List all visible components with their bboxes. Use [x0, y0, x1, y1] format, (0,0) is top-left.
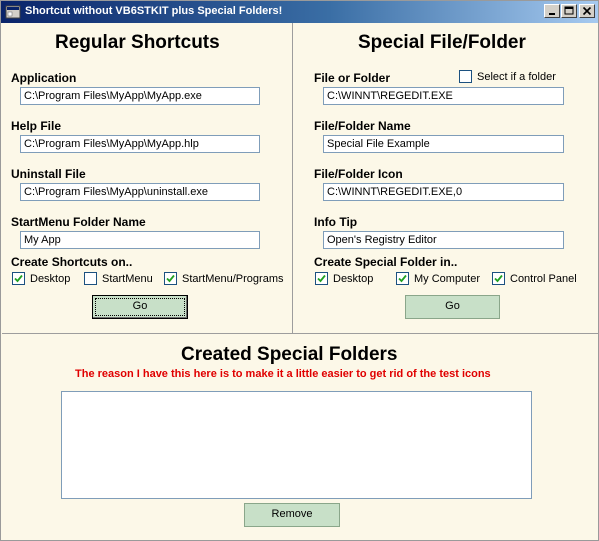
- application-label: Application: [11, 71, 77, 85]
- file-folder-icon-label: File/Folder Icon: [314, 167, 403, 181]
- desktop-shortcut-checkbox[interactable]: Desktop: [12, 272, 70, 285]
- application-field[interactable]: [20, 87, 260, 105]
- help-file-field[interactable]: [20, 135, 260, 153]
- startmenu-shortcut-checkbox[interactable]: StartMenu: [84, 272, 153, 285]
- created-folders-list[interactable]: [61, 391, 532, 499]
- regular-go-button[interactable]: Go: [92, 295, 188, 319]
- file-or-folder-field[interactable]: [323, 87, 564, 105]
- window-title: Shortcut without VB6STKIT plus Special F…: [25, 5, 283, 17]
- application-icon[interactable]: [5, 4, 21, 20]
- file-or-folder-label: File or Folder: [314, 71, 391, 85]
- checkbox-box[interactable]: [315, 272, 328, 285]
- file-folder-name-field[interactable]: [323, 135, 564, 153]
- uninstall-file-label: Uninstall File: [11, 167, 86, 181]
- help-file-label: Help File: [11, 119, 62, 133]
- create-special-folder-label: Create Special Folder in..: [314, 255, 458, 269]
- panel-divider-vertical: [292, 23, 293, 333]
- startmenu-folder-label: StartMenu Folder Name: [11, 215, 146, 229]
- create-shortcuts-label: Create Shortcuts on..: [11, 255, 133, 269]
- info-tip-field[interactable]: [323, 231, 564, 249]
- checkbox-box[interactable]: [492, 272, 505, 285]
- checkbox-label: StartMenu/Programs: [182, 272, 284, 285]
- my-computer-special-checkbox[interactable]: My Computer: [396, 272, 480, 285]
- checkbox-label: My Computer: [414, 272, 481, 285]
- note-text: The reason I have this here is to make i…: [75, 368, 491, 380]
- minimize-button[interactable]: [544, 4, 560, 18]
- checkbox-box[interactable]: [396, 272, 409, 285]
- close-button[interactable]: [579, 4, 595, 18]
- checkmark-icon: [317, 274, 326, 283]
- title-bar[interactable]: Shortcut without VB6STKIT plus Special F…: [1, 1, 598, 23]
- close-icon: [582, 6, 592, 16]
- remove-button[interactable]: Remove: [244, 503, 340, 527]
- info-tip-label: Info Tip: [314, 215, 358, 229]
- startmenu-folder-field[interactable]: [20, 231, 260, 249]
- checkmark-icon: [398, 274, 407, 283]
- startmenu-programs-shortcut-checkbox[interactable]: StartMenu/Programs: [164, 272, 283, 285]
- file-folder-name-label: File/Folder Name: [314, 119, 411, 133]
- checkmark-icon: [166, 274, 175, 283]
- control-panel-special-checkbox[interactable]: Control Panel: [492, 272, 577, 285]
- checkbox-label: Control Panel: [510, 272, 577, 285]
- special-folder-heading: Special File/Folder: [358, 32, 526, 53]
- checkbox-box[interactable]: [459, 70, 472, 83]
- checkbox-box[interactable]: [12, 272, 25, 285]
- select-if-folder-checkbox[interactable]: Select if a folder: [459, 70, 556, 83]
- checkbox-label: Select if a folder: [477, 70, 556, 83]
- created-folders-heading: Created Special Folders: [181, 344, 398, 365]
- uninstall-file-field[interactable]: [20, 183, 260, 201]
- checkmark-icon: [494, 274, 503, 283]
- checkbox-label: Desktop: [333, 272, 374, 285]
- main-window: Shortcut without VB6STKIT plus Special F…: [0, 0, 599, 541]
- checkbox-box[interactable]: [164, 272, 177, 285]
- checkbox-box[interactable]: [84, 272, 97, 285]
- minimize-icon: [549, 13, 555, 15]
- special-go-button[interactable]: Go: [405, 295, 500, 319]
- maximize-icon: [564, 6, 574, 15]
- panel-divider-horizontal: [2, 333, 598, 334]
- file-folder-icon-field[interactable]: [323, 183, 564, 201]
- checkmark-icon: [14, 274, 23, 283]
- maximize-button[interactable]: [561, 4, 577, 18]
- desktop-special-checkbox[interactable]: Desktop: [315, 272, 373, 285]
- checkbox-label: StartMenu: [102, 272, 153, 285]
- checkbox-label: Desktop: [30, 272, 71, 285]
- regular-shortcuts-heading: Regular Shortcuts: [55, 32, 220, 53]
